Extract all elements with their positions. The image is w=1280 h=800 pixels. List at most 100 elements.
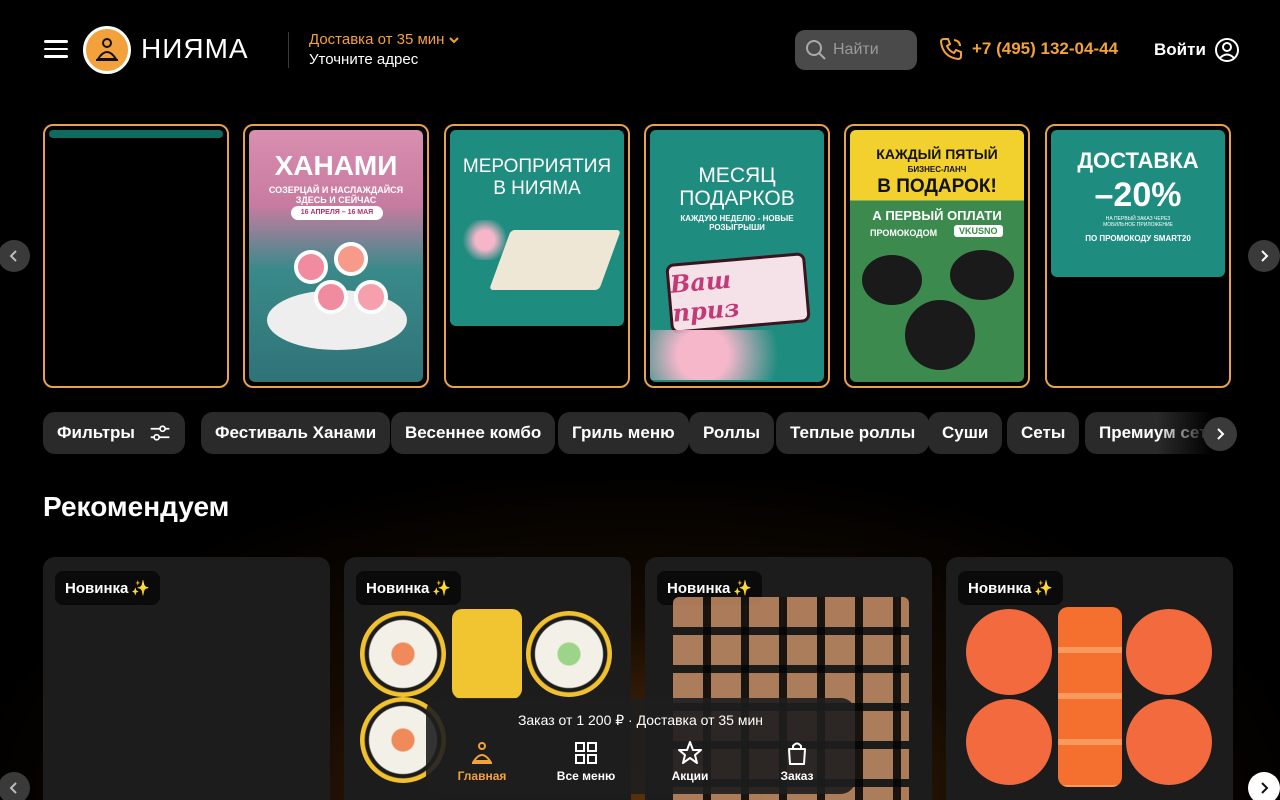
story-date: 16 АПРЕЛЯ – 16 МАЯ [291,206,383,220]
story-image: МЕСЯЦ ПОДАРКОВ КАЖДУЮ НЕДЕЛЮ - НОВЫЕ РОЗ… [650,130,824,382]
sparkle-icon: ✨ [432,580,452,597]
nav-promotions-label: Акции [671,769,709,783]
address-link[interactable]: Уточните адрес [309,51,418,68]
filters-button[interactable]: Фильтры [43,412,185,454]
home-icon [472,742,492,764]
story-note: НА ПЕРВЫЙ ЗАКАЗ ЧЕРЕЗ МОБИЛЬНОЕ ПРИЛОЖЕН… [1103,216,1173,228]
category-chip-spring-combo[interactable]: Весеннее комбо [391,412,556,454]
filters-label: Фильтры [57,423,135,442]
story-card[interactable]: ХАНАМИ СОЗЕРЦАЙ И НАСЛАЖДАЙСЯ ЗДЕСЬ И СЕ… [243,124,429,388]
sparkle-icon: ✨ [131,580,151,597]
grid-icon [575,742,597,764]
roll-image [360,611,446,697]
phone-link[interactable]: +7 (495) 132-04-44 [938,36,1118,62]
category-chip-festival[interactable]: Фестиваль Ханами [201,412,391,454]
search-input[interactable] [833,41,913,59]
story-promo: ПО ПРОМОКОДУ SMART20 [1085,234,1191,243]
order-info: Заказ от 1 200 ₽ · Доставка от 35 мин [517,712,764,728]
story-card[interactable]: КАЖДЫЙ ПЯТЫЙ БИЗНЕС-ЛАНЧ В ПОДАРОК! А ПЕ… [844,124,1030,388]
chevron-down-icon [449,36,460,43]
menu-burger-icon[interactable] [44,40,68,60]
story-card[interactable]: ДОСТАВКА –20% НА ПЕРВЫЙ ЗАКАЗ ЧЕРЕЗ МОБИ… [1045,124,1231,388]
roll-image [966,699,1052,785]
roll-image [314,280,348,314]
category-chip-warm-rolls[interactable]: Теплые роллы [776,412,930,454]
new-badge: Новинка ✨ [55,571,161,605]
chips-next-button[interactable] [1203,417,1237,451]
badge-label: Новинка [65,579,129,597]
story-image: КАЖДЫЙ ПЯТЫЙ БИЗНЕС-ЛАНЧ В ПОДАРОК! А ПЕ… [850,130,1024,382]
roll-image [526,611,612,697]
search-box[interactable] [795,30,917,70]
nav-home[interactable]: Главная [437,740,527,783]
dish-image [950,250,1014,300]
sliders-icon [150,425,170,441]
category-chip-rolls[interactable]: Роллы [689,412,774,454]
nav-home-label: Главная [457,769,507,783]
roll-image [334,242,368,276]
login-button[interactable]: Войти [1154,37,1240,63]
chevron-left-icon [9,782,17,794]
chevron-right-icon [1261,250,1269,262]
new-badge: Новинка ✨ [958,571,1064,605]
story-title: ДОСТАВКА [1077,148,1199,173]
stories-next-button[interactable] [1248,240,1280,272]
dish-image [862,255,922,305]
header-divider [288,32,289,68]
products-next-button[interactable] [1248,772,1280,800]
story-title: МЕРОПРИЯТИЯ В НИЯМА [462,156,612,199]
phone-number: +7 (495) 132-04-44 [972,39,1119,58]
category-chip-grill[interactable]: Гриль меню [558,412,689,454]
story-subtitle: СОЗЕРЦАЙ И НАСЛАЖДАЙСЯ ЗДЕСЬ И СЕЙЧАС [268,185,404,205]
story-image: МЕРОПРИЯТИЯ В НИЯМА [450,130,624,326]
chevron-left-icon [9,250,17,262]
header: НИЯМА Доставка от 35 мин Уточните адрес … [0,0,1280,100]
story-title: ХАНАМИ [274,150,398,181]
user-icon [1214,38,1239,62]
story-promo-code: VKUSNO [954,225,1003,237]
badge-label: Новинка [968,579,1032,597]
phone-icon [939,38,962,61]
blossom-image [650,330,824,380]
nav-order-label: Заказ [780,769,814,783]
story-card[interactable]: МЕРОПРИЯТИЯ В НИЯМА [444,124,630,388]
delivery-time-selector[interactable]: Доставка от 35 мин [309,31,460,48]
dish-image [905,300,975,370]
chevron-right-icon [1217,428,1225,440]
roll-image [354,280,388,314]
story-subtitle: БИЗНЕС-ЛАНЧ [907,165,967,174]
badge-label: Новинка [667,579,731,597]
story-image [49,130,223,138]
logo-text[interactable]: НИЯМА [141,33,249,65]
roll-image [966,609,1052,695]
star-icon [678,741,702,764]
products-prev-button[interactable] [0,772,30,800]
story-title-2: В ПОДАРОК! [877,176,997,197]
category-chip-sushi[interactable]: Суши [928,412,1003,454]
roll-image [294,250,328,284]
sparkle-icon: ✨ [1034,580,1054,597]
nav-all-menu[interactable]: Все меню [541,740,631,783]
bottom-navigation: Заказ от 1 200 ₽ · Доставка от 35 мин Гл… [426,698,855,794]
stories-carousel: ХАНАМИ СОЗЕРЦАЙ И НАСЛАЖДАЙСЯ ЗДЕСЬ И СЕ… [43,124,1231,388]
roll-image [452,609,522,699]
nav-promotions[interactable]: Акции [645,740,735,783]
stories-prev-button[interactable] [0,240,30,272]
story-title: МЕСЯЦ ПОДАРКОВ [679,164,795,210]
delivery-label: Доставка от 35 мин [309,31,445,48]
category-chip-sets[interactable]: Сеты [1007,412,1080,454]
story-card[interactable]: МЕСЯЦ ПОДАРКОВ КАЖДУЮ НЕДЕЛЮ - НОВЫЕ РОЗ… [644,124,830,388]
product-card[interactable]: Новинка ✨ [43,557,330,800]
story-image: ХАНАМИ СОЗЕРЦАЙ И НАСЛАЖДАЙСЯ ЗДЕСЬ И СЕ… [249,130,423,382]
story-title: КАЖДЫЙ ПЯТЫЙ [876,146,998,162]
product-card[interactable]: Новинка ✨ [946,557,1233,800]
chevron-right-icon [1261,782,1269,794]
story-subtitle: КАЖДУЮ НЕДЕЛЮ - НОВЫЕ РОЗЫГРЫШИ [680,214,794,232]
login-label: Войти [1154,40,1206,59]
story-card[interactable] [43,124,229,388]
blossom-image [460,220,510,260]
logo-icon[interactable] [83,26,131,74]
salmon-image [1058,607,1122,787]
search-icon [806,40,826,60]
nav-order[interactable]: Заказ [752,740,842,783]
